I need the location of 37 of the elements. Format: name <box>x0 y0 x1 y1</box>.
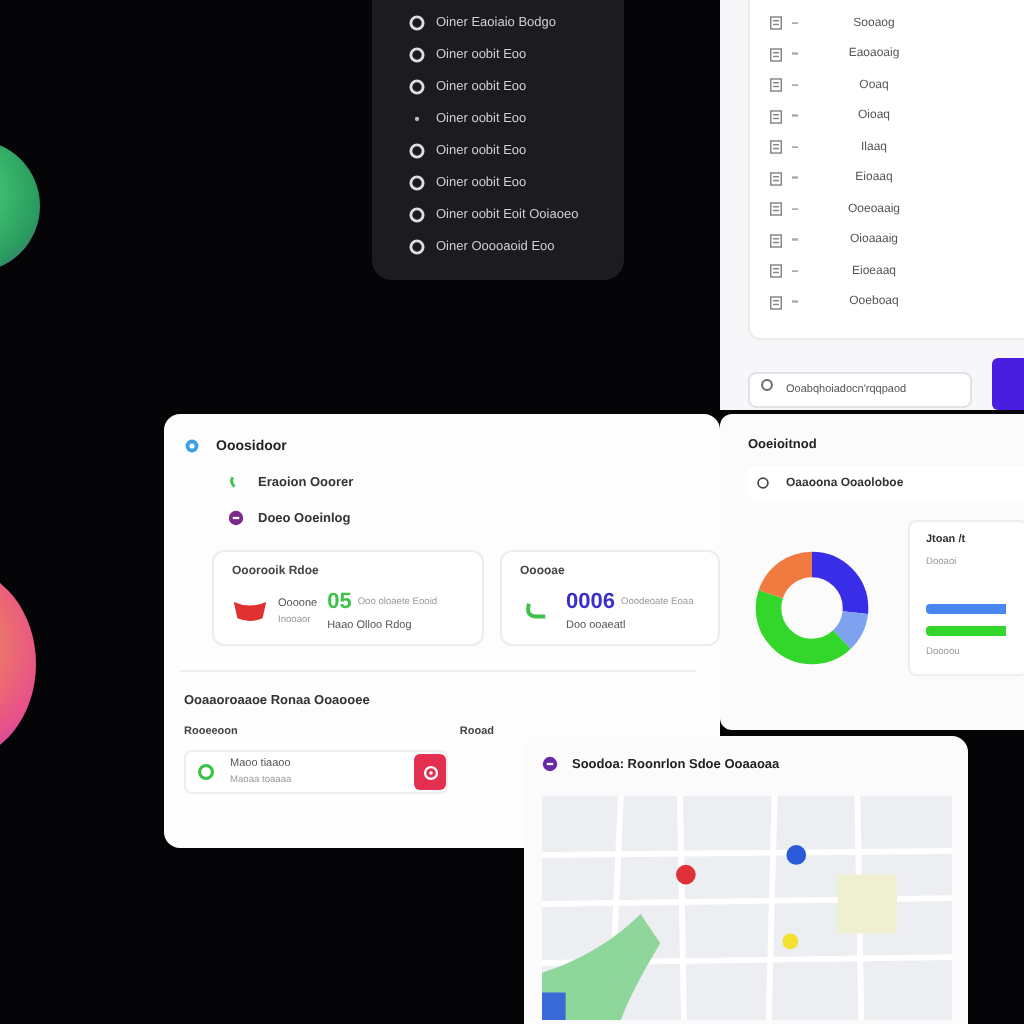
dash-icon <box>792 300 798 304</box>
document-icon <box>770 47 782 61</box>
circle-icon <box>408 205 426 223</box>
circle-icon <box>408 141 426 159</box>
logo-icon <box>184 438 200 454</box>
dash-icon <box>792 145 798 149</box>
document-icon <box>770 264 782 278</box>
dash-icon <box>792 83 798 87</box>
dash-icon <box>792 21 798 25</box>
circle-icon <box>408 45 426 63</box>
dash-icon <box>792 207 798 211</box>
settings-button[interactable] <box>414 754 446 790</box>
document-icon <box>770 78 782 92</box>
circle-icon <box>408 237 426 255</box>
dash-icon <box>792 238 798 242</box>
document-icon <box>770 171 782 185</box>
circle-icon <box>408 173 426 191</box>
circle-icon <box>408 13 426 31</box>
radio-icon <box>756 476 770 490</box>
bar-drawing <box>926 626 1006 636</box>
stat-value: 0006 <box>566 590 615 614</box>
dash-icon <box>792 114 798 118</box>
document-icon <box>770 202 782 216</box>
document-icon <box>770 233 782 247</box>
dash-icon <box>792 269 798 273</box>
stat-value: 05 <box>327 590 352 614</box>
circle-icon <box>408 77 426 95</box>
dash-icon <box>792 176 798 180</box>
document-icon <box>770 16 782 30</box>
document-icon <box>770 109 782 123</box>
document-icon <box>770 140 782 154</box>
bar-drawing <box>926 604 1006 614</box>
document-icon <box>770 295 782 309</box>
settings-icon <box>421 763 439 781</box>
cup-icon <box>232 598 268 624</box>
search-icon <box>760 377 774 391</box>
dash-icon <box>792 52 798 56</box>
